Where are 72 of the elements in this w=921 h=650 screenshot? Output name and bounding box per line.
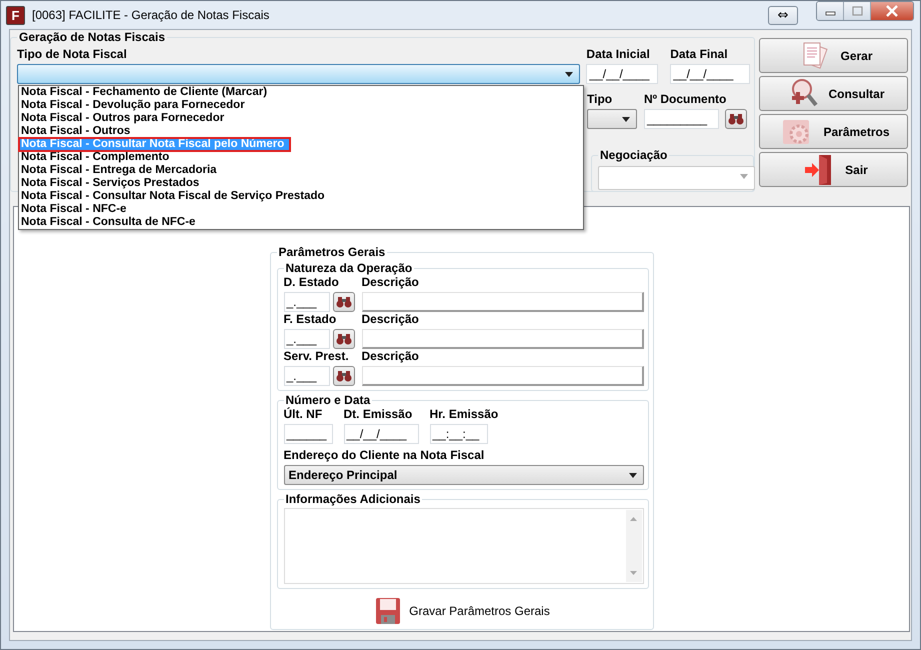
search-button[interactable] (332, 329, 354, 349)
search-button[interactable] (332, 292, 354, 312)
action-button[interactable]: Sair (759, 152, 908, 187)
dropdown-option[interactable]: Nota Fiscal - Entrega de Mercadoria (19, 164, 583, 177)
field-label: Data Final (670, 47, 729, 61)
group-title: Negociação (599, 148, 668, 162)
dropdown-arrow-icon (565, 72, 574, 77)
code-field[interactable]: _.___ (284, 329, 330, 349)
group-title: Número e Data (284, 393, 372, 407)
close-icon[interactable] (871, 2, 913, 20)
field-label: Serv. Prest. (284, 349, 349, 363)
scroll-up-icon[interactable] (630, 517, 637, 521)
description-field[interactable] (362, 292, 644, 312)
save-button[interactable]: Gravar Parâmetros Gerais (375, 597, 550, 625)
scroll-down-icon[interactable] (630, 571, 637, 575)
document-field[interactable]: _________ (644, 109, 719, 129)
group-title: Parâmetros Gerais (278, 245, 386, 259)
date-field[interactable]: __/__/____ (586, 64, 658, 84)
action-button[interactable]: Consultar (759, 76, 908, 111)
group-title: Informações Adicionais (284, 492, 422, 506)
number-field[interactable]: ______ (284, 424, 332, 444)
dropdown-option[interactable]: Nota Fiscal - Consulta de NFC-e (19, 216, 583, 229)
type-dropdown[interactable] (587, 109, 637, 129)
date-field[interactable]: __/__/____ (344, 424, 418, 444)
binoculars-icon (728, 113, 744, 125)
description-field[interactable] (362, 329, 644, 349)
time-field[interactable]: __:__:__ (430, 424, 488, 444)
dropdown-option[interactable]: Nota Fiscal - Consultar Nota Fiscal de Serviço Prestado (19, 190, 583, 203)
field-label: D. Estado (284, 275, 339, 289)
dropdown-option[interactable]: Nota Fiscal - Devolução para Fornecedor (19, 99, 583, 112)
field-label: Descrição (362, 312, 420, 326)
action-button[interactable]: Gerar (759, 38, 908, 73)
field-label: Dt. Emissão (344, 407, 414, 421)
nota-type-dropdown[interactable] (17, 64, 580, 84)
field-label: Últ. NF (284, 407, 324, 421)
address-dropdown[interactable]: Endereço Principal (284, 465, 644, 485)
dropdown-option[interactable]: Nota Fiscal - Complemento (19, 151, 583, 164)
swap-button[interactable]: ⇔ (768, 6, 798, 24)
search-button[interactable] (725, 109, 747, 129)
search-button[interactable] (332, 366, 354, 386)
dropdown-option[interactable]: Nota Fiscal - Fechamento de Cliente (Marcar) (19, 86, 583, 99)
field-label: Descrição (362, 349, 420, 363)
field-label: Endereço do Cliente na Nota Fiscal (284, 448, 484, 462)
dropdown-option[interactable]: Nota Fiscal - NFC-e (19, 203, 583, 216)
description-field[interactable] (362, 366, 644, 386)
field-label: Descrição (362, 275, 420, 289)
maximize-icon[interactable] (844, 2, 871, 20)
dropdown-arrow-icon (740, 174, 748, 179)
action-button[interactable]: Parâmetros (759, 114, 908, 149)
binoculars-icon (336, 296, 352, 308)
dropdown-arrow-icon (628, 473, 636, 478)
dropdown-option[interactable]: Nota Fiscal - Outros para Fornecedor (19, 112, 583, 125)
binoculars-icon (336, 370, 352, 382)
field-label: F. Estado (284, 312, 336, 326)
window-title: [0063] FACILITE - Geração de Notas Fiscais (32, 8, 270, 22)
binoculars-icon (336, 333, 352, 345)
code-field[interactable]: _.___ (284, 366, 330, 386)
date-field[interactable]: __/__/____ (670, 64, 750, 84)
field-label: Data Inicial (586, 47, 651, 61)
dropdown-option[interactable]: Nota Fiscal - Serviços Prestados (19, 177, 583, 190)
app-logo: F (6, 6, 25, 24)
group-title: Natureza da Operação (284, 261, 414, 275)
dropdown-arrow-icon (622, 117, 630, 122)
scrollbar[interactable] (626, 510, 642, 582)
minimize-icon[interactable] (817, 2, 844, 20)
code-field[interactable]: _.___ (284, 292, 330, 312)
field-label: Nº Documento (644, 92, 728, 106)
field-label: Tipo de Nota Fiscal (17, 47, 128, 61)
field-label: Tipo (587, 92, 614, 106)
dropdown-option[interactable]: Nota Fiscal - Outros (19, 125, 583, 138)
group-title: Geração de Notas Fiscais (18, 30, 166, 44)
field-label: Hr. Emissão (430, 407, 498, 421)
